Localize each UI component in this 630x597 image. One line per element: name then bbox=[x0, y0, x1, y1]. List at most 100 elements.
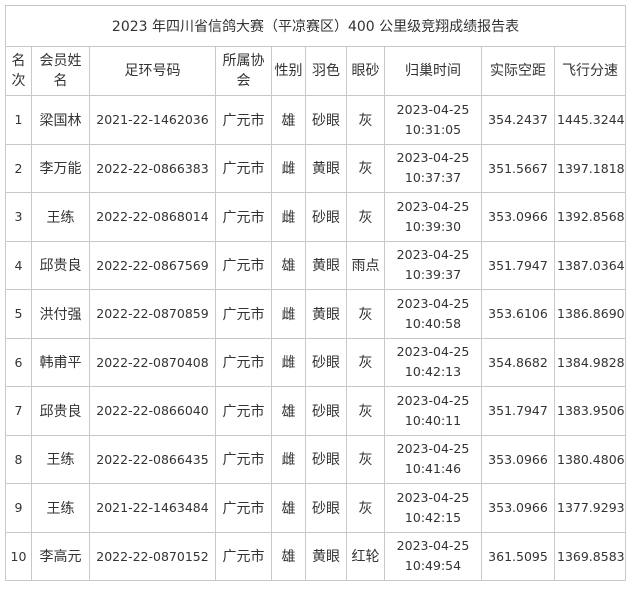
header-ring: 足环号码 bbox=[89, 46, 216, 96]
cell-speed: 1386.8690 bbox=[553, 289, 627, 339]
cell-member-name: 王练 bbox=[31, 434, 90, 484]
cell-ring-number: 2022-22-0867569 bbox=[89, 240, 216, 290]
cell-distance: 353.0966 bbox=[481, 192, 555, 242]
return-clock-time: 10:42:15 bbox=[404, 509, 462, 525]
cell-eye: 灰 bbox=[346, 483, 385, 533]
return-clock-time: 10:41:46 bbox=[404, 461, 462, 477]
cell-sex: 雄 bbox=[271, 483, 306, 533]
return-date: 2023-04-25 bbox=[396, 247, 470, 263]
table-row: 8 王练 2022-22-0866435 广元市雌砂眼灰 2023-04-25 10:41… bbox=[5, 434, 627, 484]
cell-sex: 雌 bbox=[271, 289, 306, 339]
cell-association: 广元市 bbox=[215, 240, 272, 290]
cell-rank: 6 bbox=[5, 337, 32, 387]
cell-ring-number: 2021-22-1463484 bbox=[89, 483, 216, 533]
cell-ring-number: 2022-22-0870152 bbox=[89, 531, 216, 581]
return-clock-time: 10:49:54 bbox=[404, 558, 462, 574]
header-distance: 实际空距 bbox=[481, 46, 555, 96]
header-speed: 飞行分速 bbox=[553, 46, 627, 96]
cell-association: 广元市 bbox=[215, 434, 272, 484]
cell-distance: 353.0966 bbox=[481, 434, 555, 484]
table-row: 9 王练 2021-22-1463484 广元市雄砂眼灰 2023-04-25 10:42… bbox=[5, 483, 627, 533]
cell-feather: 砂眼 bbox=[305, 434, 347, 484]
cell-association: 广元市 bbox=[215, 95, 272, 145]
cell-distance: 351.7947 bbox=[481, 240, 555, 290]
header-row: 名次 会员姓名 足环号码 所属协会 性别 羽色 眼砂 归巢时间 实际空距 飞行分… bbox=[5, 46, 627, 96]
results-table: 2023 年四川省信鸽大赛（平凉赛区）400 公里级竞翔成绩报告表 名次 会员姓… bbox=[4, 5, 627, 581]
cell-speed: 1397.1818 bbox=[553, 143, 627, 193]
cell-distance: 361.5095 bbox=[481, 531, 555, 581]
cell-return-time: 2023-04-25 10:39:30 bbox=[384, 192, 482, 242]
cell-speed: 1377.9293 bbox=[553, 483, 627, 533]
cell-rank: 5 bbox=[5, 289, 32, 339]
cell-ring-number: 2022-22-0868014 bbox=[89, 192, 216, 242]
table-row: 7 邱贵良 2022-22-0866040 广元市雄砂眼灰 2023-04-25 10:4… bbox=[5, 386, 627, 436]
cell-rank: 9 bbox=[5, 483, 32, 533]
cell-eye: 灰 bbox=[346, 289, 385, 339]
cell-ring-number: 2022-22-0866040 bbox=[89, 386, 216, 436]
cell-ring-number: 2022-22-0870859 bbox=[89, 289, 216, 339]
cell-rank: 3 bbox=[5, 192, 32, 242]
cell-feather: 砂眼 bbox=[305, 192, 347, 242]
header-rank: 名次 bbox=[5, 46, 32, 96]
cell-eye: 灰 bbox=[346, 434, 385, 484]
return-date: 2023-04-25 bbox=[396, 344, 470, 360]
cell-speed: 1384.9828 bbox=[553, 337, 627, 387]
return-date: 2023-04-25 bbox=[396, 198, 470, 214]
cell-eye: 灰 bbox=[346, 143, 385, 193]
cell-return-time: 2023-04-25 10:39:37 bbox=[384, 240, 482, 290]
return-clock-time: 10:40:58 bbox=[404, 315, 462, 331]
cell-distance: 354.8682 bbox=[481, 337, 555, 387]
return-clock-time: 10:39:30 bbox=[404, 218, 462, 234]
cell-sex: 雄 bbox=[271, 531, 306, 581]
cell-member-name: 邱贵良 bbox=[31, 386, 90, 436]
cell-return-time: 2023-04-25 10:42:13 bbox=[384, 337, 482, 387]
return-clock-time: 10:39:37 bbox=[404, 267, 462, 283]
return-date: 2023-04-25 bbox=[396, 441, 470, 457]
return-clock-time: 10:31:05 bbox=[404, 121, 462, 137]
cell-association: 广元市 bbox=[215, 386, 272, 436]
cell-rank: 10 bbox=[5, 531, 32, 581]
cell-speed: 1380.4806 bbox=[553, 434, 627, 484]
header-name: 会员姓名 bbox=[31, 46, 90, 96]
cell-member-name: 李万能 bbox=[31, 143, 90, 193]
table-row: 1 梁国林 2021-22-1462036 广元市雄砂眼灰 2023-04-25 10:3… bbox=[5, 95, 627, 145]
return-date: 2023-04-25 bbox=[396, 150, 470, 166]
cell-return-time: 2023-04-25 10:37:37 bbox=[384, 143, 482, 193]
cell-member-name: 李高元 bbox=[31, 531, 90, 581]
cell-return-time: 2023-04-25 10:49:54 bbox=[384, 531, 482, 581]
return-date: 2023-04-25 bbox=[396, 392, 470, 408]
cell-sex: 雌 bbox=[271, 192, 306, 242]
cell-distance: 351.7947 bbox=[481, 386, 555, 436]
return-date: 2023-04-25 bbox=[396, 489, 470, 505]
cell-association: 广元市 bbox=[215, 483, 272, 533]
cell-return-time: 2023-04-25 10:40:58 bbox=[384, 289, 482, 339]
cell-speed: 1392.8568 bbox=[553, 192, 627, 242]
cell-sex: 雄 bbox=[271, 95, 306, 145]
header-time: 归巢时间 bbox=[384, 46, 482, 96]
header-sex: 性别 bbox=[271, 46, 306, 96]
cell-speed: 1387.0364 bbox=[553, 240, 627, 290]
cell-rank: 4 bbox=[5, 240, 32, 290]
cell-feather: 黄眼 bbox=[305, 289, 347, 339]
header-feather: 羽色 bbox=[305, 46, 347, 96]
cell-rank: 2 bbox=[5, 143, 32, 193]
cell-feather: 砂眼 bbox=[305, 386, 347, 436]
cell-sex: 雌 bbox=[271, 143, 306, 193]
return-date: 2023-04-25 bbox=[396, 101, 470, 117]
cell-eye: 灰 bbox=[346, 95, 385, 145]
cell-eye: 红轮 bbox=[346, 531, 385, 581]
cell-member-name: 王练 bbox=[31, 483, 90, 533]
return-date: 2023-04-25 bbox=[396, 295, 470, 311]
cell-return-time: 2023-04-25 10:42:15 bbox=[384, 483, 482, 533]
return-clock-time: 10:37:37 bbox=[404, 170, 462, 186]
table-row: 4 邱贵良 2022-22-0867569 广元市雄黄眼 雨点 2023-04-25 10:… bbox=[5, 240, 627, 290]
table-row: 5 洪付强 2022-22-0870859 广元市雌黄眼灰 2023-04-25 10:4… bbox=[5, 289, 627, 339]
cell-sex: 雄 bbox=[271, 386, 306, 436]
cell-member-name: 韩甫平 bbox=[31, 337, 90, 387]
cell-feather: 黄眼 bbox=[305, 240, 347, 290]
header-eye: 眼砂 bbox=[346, 46, 385, 96]
cell-association: 广元市 bbox=[215, 143, 272, 193]
cell-association: 广元市 bbox=[215, 531, 272, 581]
cell-ring-number: 2021-22-1462036 bbox=[89, 95, 216, 145]
cell-speed: 1383.9506 bbox=[553, 386, 627, 436]
